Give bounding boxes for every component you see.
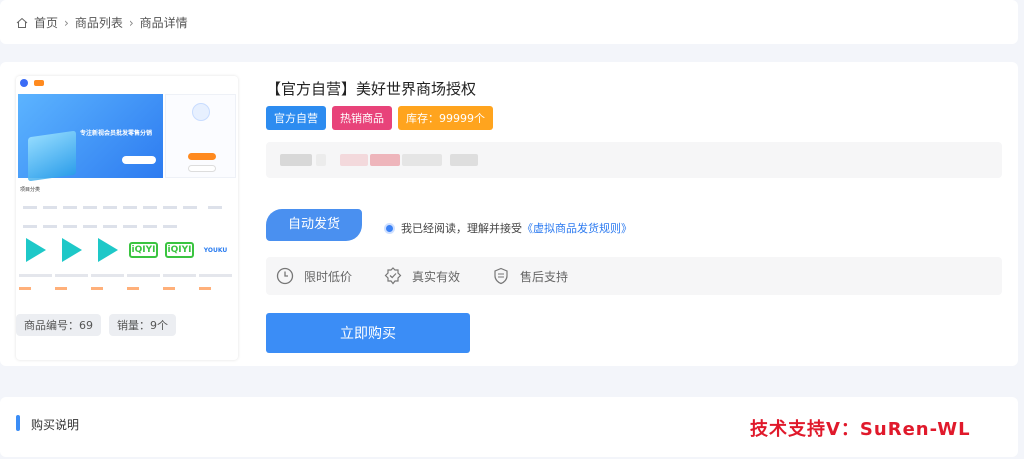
breadcrumb-home[interactable]: 首页	[34, 14, 58, 31]
product-meta: 商品编号：69 销量：9个	[16, 314, 176, 336]
feature-authentic-label: 真实有效	[412, 269, 461, 284]
play-icon	[19, 230, 52, 270]
thumb-app-list: iQIYI iQIYI YOUKU	[19, 230, 235, 302]
product-code: 商品编号：69	[16, 314, 101, 336]
auto-ship-tab[interactable]: 自动发货	[266, 209, 362, 241]
feature-limited: 限时低价	[276, 267, 352, 285]
thumb-category-row	[20, 196, 234, 228]
thumb-banner: 专注新视会员批发零售分销	[18, 94, 163, 182]
feature-aftersale-label: 售后支持	[520, 269, 569, 284]
feature-bar: 限时低价 真实有效 售后支持	[266, 257, 1002, 295]
price-box	[266, 142, 1002, 178]
avatar	[192, 103, 210, 121]
chevron-right-icon: ›	[128, 15, 134, 30]
agree-radio[interactable]	[384, 222, 395, 234]
badge-official: 官方自营	[266, 106, 326, 130]
verified-badge-icon	[384, 267, 402, 285]
iqiyi-icon: iQIYI	[127, 230, 160, 270]
blurred-price	[370, 154, 400, 166]
isometric-illustration	[28, 130, 76, 182]
iqiyi-icon: iQIYI	[163, 230, 196, 270]
rules-link[interactable]: 《虚拟商品发货规则》	[522, 220, 632, 236]
thumb-banner-text: 专注新视会员批发零售分销	[80, 130, 153, 137]
thumb-topbar	[16, 76, 238, 90]
breadcrumb-list[interactable]: 商品列表	[75, 14, 123, 31]
app-tile: iQIYI	[127, 230, 160, 302]
purchase-info-title: 购买说明	[31, 418, 80, 432]
blurred-price	[450, 154, 478, 166]
feature-aftersale: 售后支持	[492, 267, 568, 285]
shield-icon	[494, 267, 508, 285]
watermark-text: 技术支持V：SuRen-WL	[750, 419, 971, 440]
agree-text: 我已经阅读，理解并接受	[401, 222, 522, 235]
product-badges: 官方自营 热销商品 库存：99999个	[266, 106, 493, 130]
badge-hot: 热销商品	[332, 106, 392, 130]
purchase-info-card: 购买说明 技术支持V：SuRen-WL	[0, 397, 1018, 457]
thumb-side-panel	[165, 94, 236, 178]
app-tile: YOUKU	[199, 230, 232, 302]
thumb-category-label: 项目分类	[20, 187, 41, 193]
breadcrumb-card: 首页 › 商品列表 › 商品详情	[0, 0, 1018, 44]
chevron-right-icon: ›	[64, 15, 69, 30]
thumb-orange-pill	[34, 80, 44, 86]
home-icon	[16, 17, 28, 28]
clock-icon	[276, 267, 294, 285]
feature-authentic: 真实有效	[384, 267, 460, 285]
section-accent-bar	[16, 415, 20, 431]
product-sales: 销量：9个	[109, 314, 176, 336]
blurred-price	[280, 154, 312, 166]
badge-stock: 库存：99999个	[398, 106, 493, 130]
logo-icon	[20, 79, 28, 87]
blurred-price	[402, 154, 442, 166]
app-tile: iQIYI	[163, 230, 196, 302]
buy-now-button[interactable]: 立即购买	[266, 313, 470, 353]
thumb-white-button	[188, 165, 216, 172]
blurred-price	[316, 154, 326, 166]
thumb-orange-button	[188, 153, 216, 160]
agree-row[interactable]: 我已经阅读，理解并接受 《虚拟商品发货规则》	[384, 220, 632, 236]
breadcrumb-detail: 商品详情	[139, 16, 188, 30]
product-title: 【官方自营】美好世界商场授权	[266, 80, 477, 98]
thumb-banner-button	[122, 156, 156, 164]
play-icon	[91, 230, 124, 270]
product-card: 专注新视会员批发零售分销 项目分类 iQIYI iQIYI YOUKU 商品编号…	[0, 62, 1018, 366]
blurred-price	[340, 154, 368, 166]
feature-limited-label: 限时低价	[304, 269, 353, 284]
app-tile	[19, 230, 52, 302]
play-icon	[55, 230, 88, 270]
breadcrumb: 首页 › 商品列表 › 商品详情	[16, 14, 188, 31]
app-tile	[55, 230, 88, 302]
youku-icon: YOUKU	[203, 246, 228, 254]
app-tile	[91, 230, 124, 302]
